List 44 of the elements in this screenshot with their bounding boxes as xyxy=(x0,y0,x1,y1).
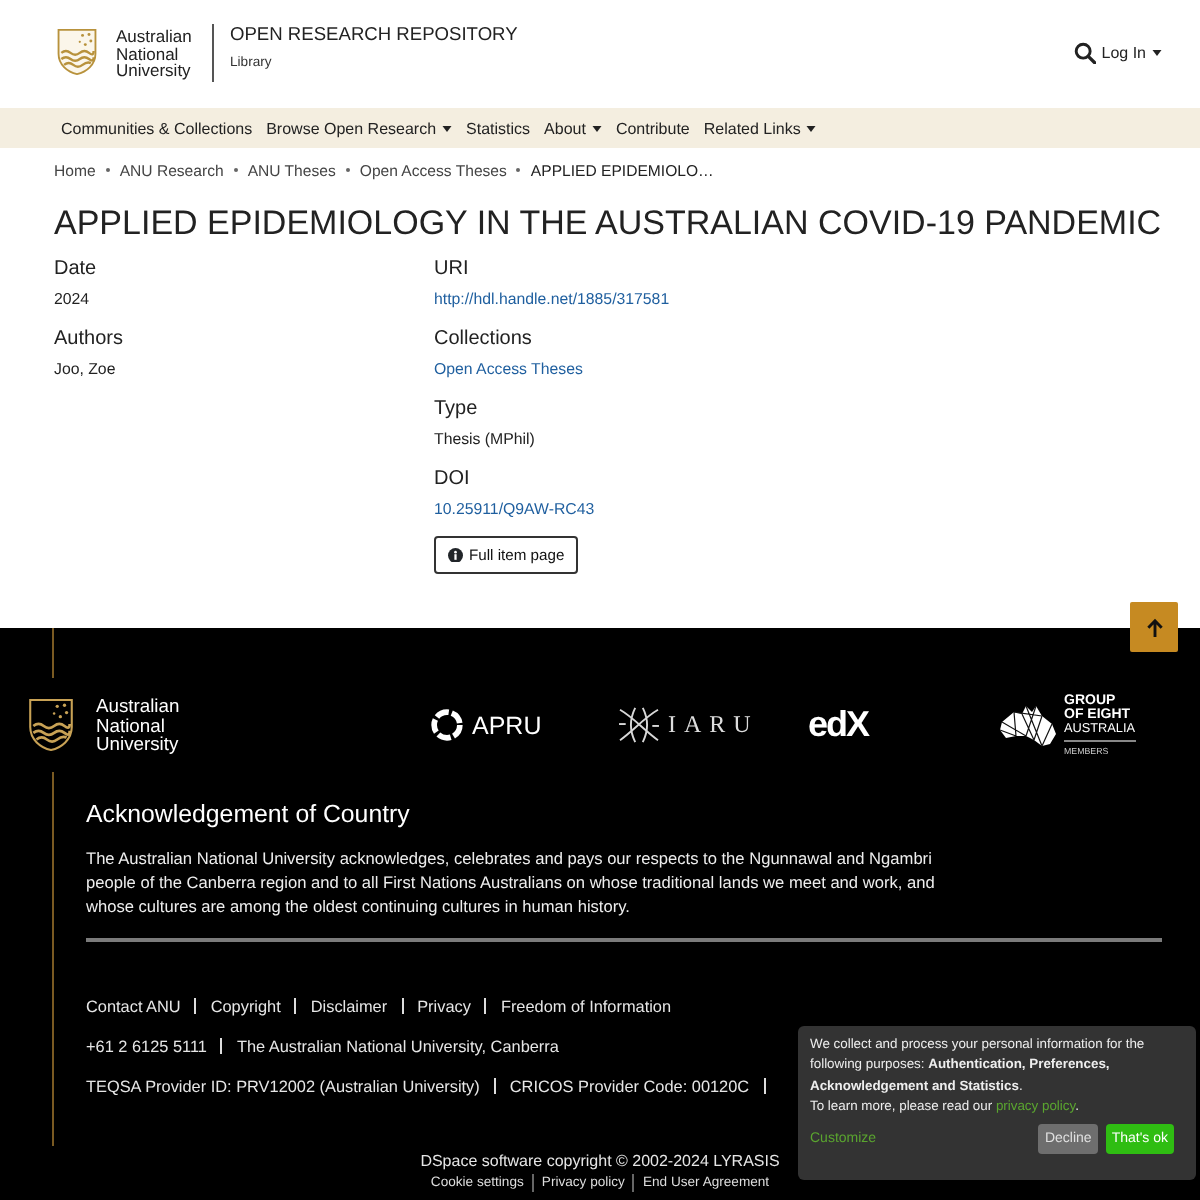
shield-icon[interactable] xyxy=(28,698,74,752)
footer-link[interactable]: The Australian National University, Canberra xyxy=(236,1037,559,1055)
footer-link[interactable]: Freedom of Information xyxy=(500,997,672,1015)
partner-logo-text[interactable]: APRU xyxy=(472,711,542,739)
field-label: Date xyxy=(54,256,97,282)
partner-logo-text[interactable]: IARU xyxy=(668,710,759,740)
field-label: DOI xyxy=(434,466,470,492)
nav-menu-item[interactable]: Communities & Collections xyxy=(54,119,260,137)
item-title: APPLIED EPIDEMIOLOGY IN THE AUSTRALIAN COVID-19 PANDEMIC xyxy=(54,202,1164,246)
acknowledgement-text: The Australian National University acknowledges, celebrates and pays our respects to the Ngunnawal and Ngambri people of the Canberra region and to all First Nations Australians on whose traditional lands we meet and work, and whose cultures are among the oldest continuing cultures in human history. xyxy=(86,846,937,918)
field-label: Authors xyxy=(54,326,123,352)
acknowledgement-heading: Acknowledgement of Country xyxy=(86,800,412,830)
partner-logo-text[interactable]: edX xyxy=(808,704,869,746)
arrow-up-icon xyxy=(1145,617,1163,637)
login-button[interactable]: Log In xyxy=(1095,44,1162,62)
nav-menu-item[interactable]: Browse Open Research xyxy=(259,119,460,137)
caret-icon xyxy=(591,125,602,131)
nav-menu-item[interactable]: Contribute xyxy=(608,119,697,137)
site-title[interactable]: OPEN RESEARCH REPOSITORY xyxy=(230,22,518,46)
back-to-top-button[interactable] xyxy=(1130,602,1178,652)
footer-link[interactable]: Disclaimer xyxy=(310,997,388,1015)
footer-link[interactable]: Contact ANU xyxy=(86,997,181,1015)
logo-wordmark[interactable]: Australian National University xyxy=(96,696,208,754)
field-label: Type xyxy=(434,396,478,422)
footer-link[interactable]: TEQSA Provider ID: PRV12002 (Australian University) xyxy=(86,1077,480,1095)
field-label: URI xyxy=(434,256,469,282)
info-icon xyxy=(448,547,463,563)
footer-link[interactable]: CRICOS Provider Code: 00120C xyxy=(509,1077,750,1095)
caret-icon xyxy=(442,125,453,131)
nav-menu-item[interactable]: About xyxy=(537,119,609,137)
footer-link[interactable]: Privacy xyxy=(417,997,471,1015)
nav-menu-item[interactable]: Statistics xyxy=(459,119,538,137)
crossed-lines-icon xyxy=(618,706,660,744)
footer-link[interactable]: +61 2 6125 5111 xyxy=(86,1037,207,1055)
caret-icon xyxy=(806,125,817,131)
footer-link[interactable]: Copyright xyxy=(210,997,281,1015)
search-icon[interactable] xyxy=(1073,42,1096,64)
map-icon xyxy=(998,703,1058,747)
nav-menu-item[interactable]: Related Links xyxy=(696,119,824,137)
logo-wordmark[interactable]: Australian National University xyxy=(116,28,220,80)
copyright-text: DSpace software copyright © 2002-2024 LYRASIS xyxy=(420,1152,780,1172)
field-label: Collections xyxy=(434,326,532,352)
ring-icon xyxy=(430,708,464,742)
caret-icon xyxy=(1152,50,1162,56)
